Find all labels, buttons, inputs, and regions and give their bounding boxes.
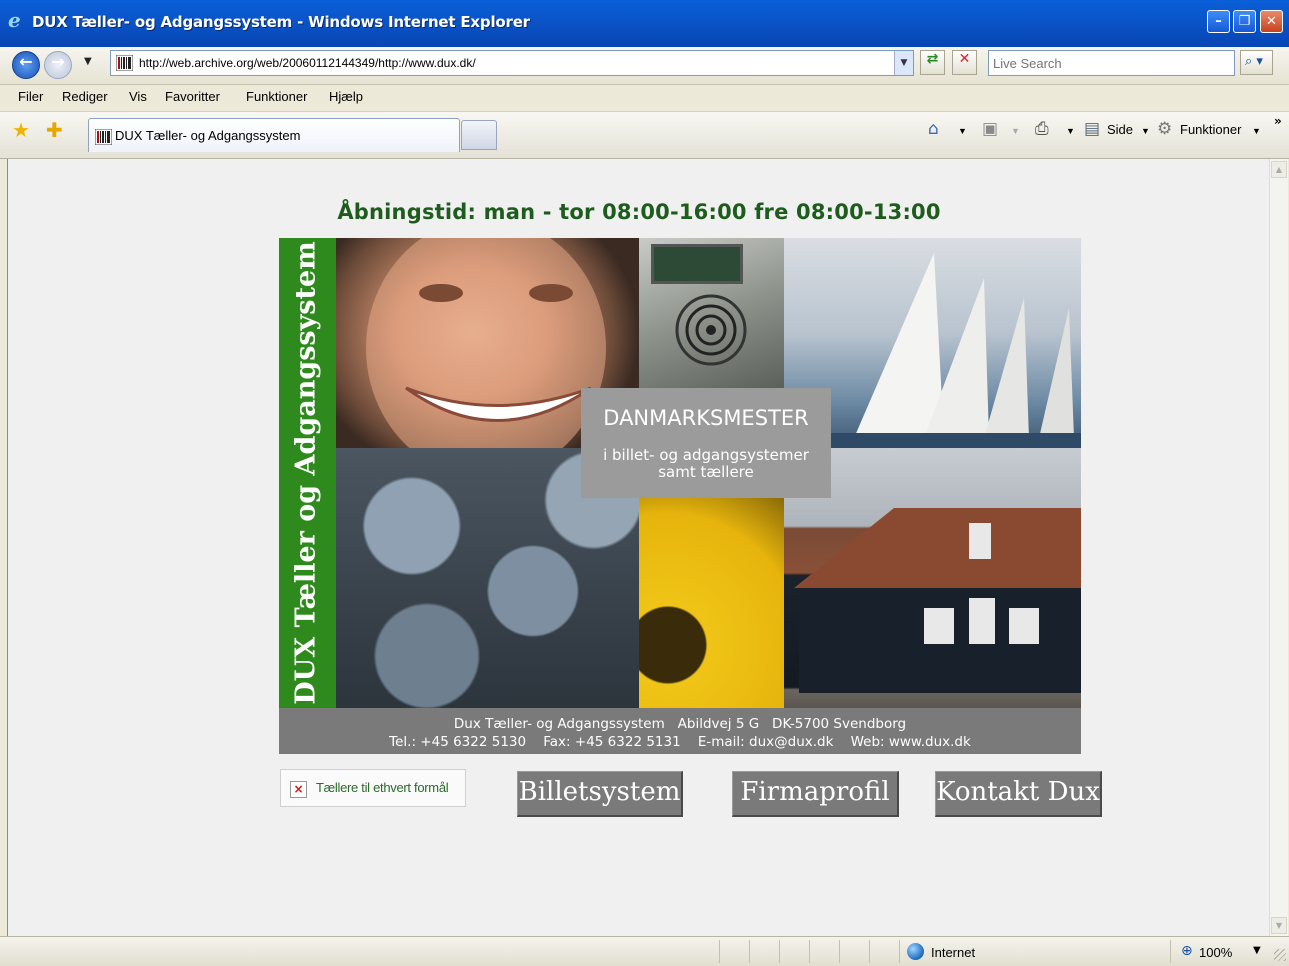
- banner-green-strip: DUX Tæller og Adgangssystem: [279, 238, 336, 708]
- internet-zone-globe-icon: [907, 943, 924, 960]
- tab-label: DUX Tæller- og Adgangssystem: [115, 128, 301, 143]
- vertical-scrollbar[interactable]: ▲ ▼: [1269, 159, 1288, 936]
- more-toolbar-chevron-icon[interactable]: »: [1274, 114, 1282, 128]
- menu-filer[interactable]: Filer: [18, 89, 43, 104]
- tab-bar: ★ ✚ DUX Tæller- og Adgangssystem ⌂ ▼ ▣ ▼…: [0, 112, 1289, 159]
- tab-favicon-icon: [95, 129, 112, 145]
- refresh-button[interactable]: ⇄: [920, 50, 945, 75]
- banner-caption-box: DANMARKSMESTER i billet- og adgangsystem…: [581, 388, 831, 498]
- address-dropdown-icon[interactable]: ▼: [894, 51, 913, 75]
- opening-hours: Åbningstid: man - tor 08:00-16:00 fre 08…: [337, 200, 941, 224]
- caption-subtitle: i billet- og adgangsystemer samt tællere: [581, 447, 831, 481]
- address-field[interactable]: http://web.archive.org/web/2006011214434…: [110, 50, 914, 76]
- tools-menu[interactable]: Funktioner: [1180, 122, 1241, 137]
- caption-line-1: i billet- og adgangsystemer: [603, 446, 809, 464]
- forward-button[interactable]: →: [44, 51, 72, 79]
- broken-image-icon: ×: [290, 781, 307, 798]
- status-divider: [899, 940, 900, 963]
- photo-sunflower: [639, 498, 784, 708]
- page-favicon-icon: [116, 55, 133, 71]
- page-viewport: Åbningstid: man - tor 08:00-16:00 fre 08…: [7, 159, 1270, 936]
- search-field[interactable]: [988, 50, 1235, 76]
- menu-rediger[interactable]: Rediger: [62, 89, 108, 104]
- security-zone[interactable]: Internet: [931, 945, 975, 960]
- zoom-magnifier-icon[interactable]: ⊕: [1181, 943, 1193, 959]
- page-icon: ▤: [1084, 119, 1101, 139]
- tools-dropdown-icon[interactable]: ▼: [1252, 126, 1261, 136]
- search-button[interactable]: ⌕ ▾: [1240, 50, 1273, 75]
- home-icon[interactable]: ⌂: [928, 120, 939, 138]
- banner-vertical-title: DUX Tæller og Adgangssystem: [290, 241, 322, 705]
- zoom-level[interactable]: 100%: [1199, 945, 1232, 960]
- status-bar: Internet ⊕ 100% ▼: [0, 936, 1289, 966]
- company-address-bar: Dux Tæller- og Adgangssystem Abildvej 5 …: [279, 708, 1081, 754]
- search-input[interactable]: [993, 52, 1223, 74]
- add-favorite-icon[interactable]: ✚: [46, 120, 63, 140]
- new-tab-button[interactable]: [461, 120, 497, 150]
- scroll-down-icon[interactable]: ▼: [1271, 917, 1287, 934]
- scroll-up-icon[interactable]: ▲: [1271, 161, 1287, 178]
- search-icon: ⌕: [1245, 54, 1253, 69]
- photo-card-reader: [639, 238, 784, 388]
- print-icon[interactable]: ⎙: [1035, 120, 1049, 138]
- home-dropdown-icon[interactable]: ▼: [958, 126, 967, 136]
- nav-kontakt-dux[interactable]: Kontakt Dux: [935, 771, 1102, 817]
- nav-firmaprofil[interactable]: Firmaprofil: [732, 771, 899, 817]
- nav-billetsystem[interactable]: Billetsystem: [517, 771, 683, 817]
- resize-grip-icon[interactable]: [1274, 949, 1286, 961]
- status-divider: [749, 940, 750, 963]
- stop-button[interactable]: ✕: [952, 50, 977, 75]
- recent-pages-dropdown-icon[interactable]: ▼: [84, 56, 92, 67]
- address-toolbar: ← → ▼ http://web.archive.org/web/2006011…: [0, 47, 1289, 85]
- minimize-button[interactable]: –: [1207, 10, 1230, 33]
- status-divider: [779, 940, 780, 963]
- window-title: DUX Tæller- og Adgangssystem - Windows I…: [32, 13, 530, 31]
- menu-vis[interactable]: Vis: [129, 89, 147, 104]
- page-menu[interactable]: Side: [1107, 122, 1133, 137]
- maximize-button[interactable]: ❐: [1233, 10, 1256, 33]
- address-line-1: Dux Tæller- og Adgangssystem Abildvej 5 …: [453, 716, 907, 732]
- caption-line-2: samt tællere: [658, 463, 754, 481]
- caption-title: DANMARKSMESTER: [603, 406, 809, 430]
- address-url: http://web.archive.org/web/2006011214434…: [139, 56, 476, 70]
- ie-logo-icon: e: [8, 8, 21, 32]
- menu-favoritter[interactable]: Favoritter: [165, 89, 220, 104]
- status-divider: [809, 940, 810, 963]
- favorites-star-icon[interactable]: ★: [12, 120, 30, 140]
- broken-image-link[interactable]: × Tællere til ethvert formål: [280, 769, 466, 807]
- feeds-icon[interactable]: ▣: [982, 120, 998, 138]
- menu-bar: Filer Rediger Vis Favoritter Funktioner …: [0, 85, 1289, 112]
- address-line-2: Tel.: +45 6322 5130 Fax: +45 6322 5131 E…: [389, 734, 971, 750]
- back-button[interactable]: ←: [12, 51, 40, 79]
- gear-icon: ⚙: [1157, 119, 1173, 139]
- status-divider: [839, 940, 840, 963]
- zoom-dropdown-icon[interactable]: ▼: [1253, 945, 1261, 956]
- menu-funktioner[interactable]: Funktioner: [246, 89, 307, 104]
- page-dropdown-icon[interactable]: ▼: [1141, 126, 1150, 136]
- contactless-icon: [675, 294, 747, 366]
- tab-dux[interactable]: DUX Tæller- og Adgangssystem: [88, 118, 460, 152]
- status-divider: [1170, 940, 1171, 963]
- window-titlebar: e DUX Tæller- og Adgangssystem - Windows…: [0, 0, 1289, 47]
- close-button[interactable]: ✕: [1260, 10, 1283, 33]
- broken-image-alt: Tællere til ethvert formål: [316, 780, 449, 795]
- feeds-dropdown-icon[interactable]: ▼: [1011, 126, 1020, 136]
- menu-hjaelp[interactable]: Hjælp: [329, 89, 363, 104]
- hero-banner: DUX Tæller og Adgangssystem DANMARKSMEST…: [279, 238, 1081, 708]
- status-divider: [869, 940, 870, 963]
- print-dropdown-icon[interactable]: ▼: [1066, 126, 1075, 136]
- status-divider: [719, 940, 720, 963]
